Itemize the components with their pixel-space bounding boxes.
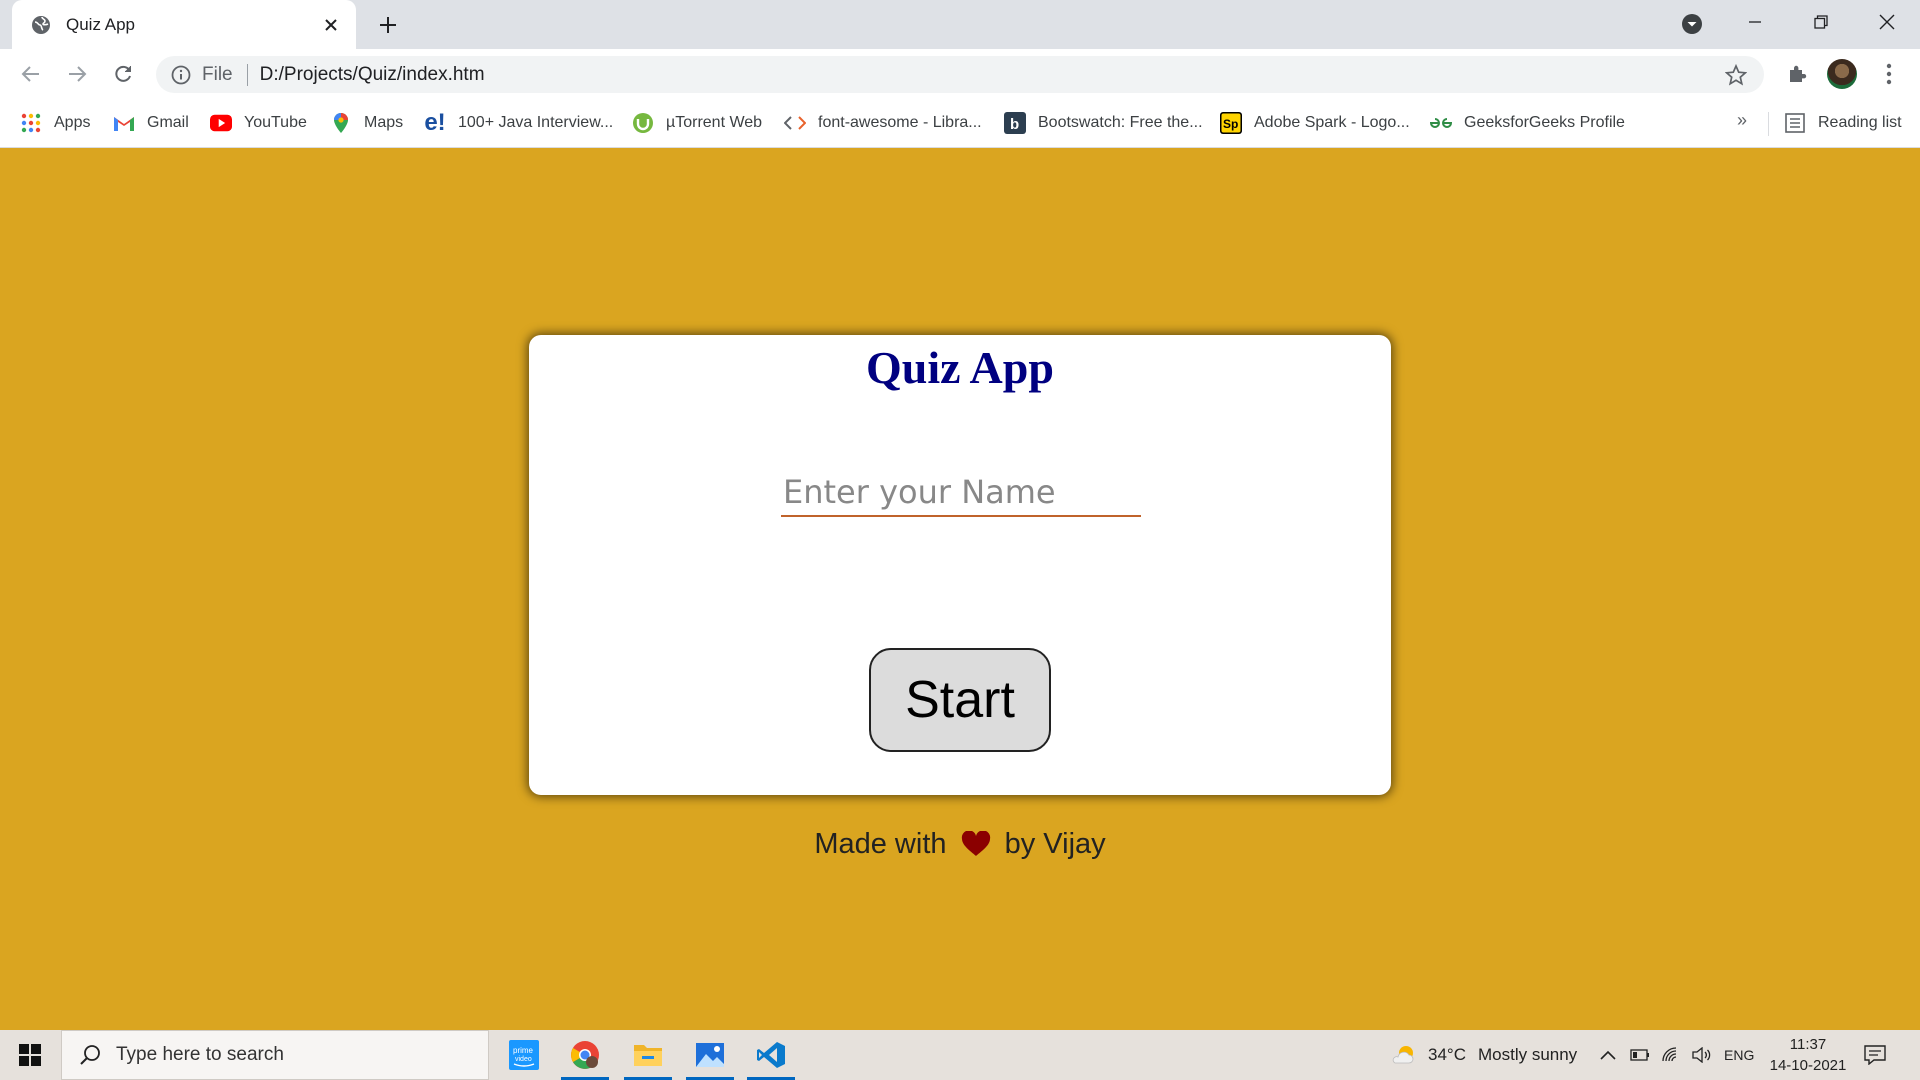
forward-icon[interactable] xyxy=(60,57,94,91)
profile-avatar-icon xyxy=(1827,59,1857,89)
bookmark-maps[interactable]: Maps xyxy=(330,109,403,137)
bookmark-label: 100+ Java Interview... xyxy=(458,114,614,131)
maps-icon xyxy=(330,112,352,134)
omnibox-scheme-label: File xyxy=(202,63,233,85)
browser-tab[interactable]: Quiz App xyxy=(12,0,356,49)
code-icon xyxy=(784,112,806,134)
page-title: Quiz App xyxy=(866,342,1054,393)
search-icon xyxy=(78,1043,102,1067)
restore-icon[interactable] xyxy=(1788,0,1854,44)
adobe-spark-icon: Sp xyxy=(1220,112,1242,134)
start-button[interactable]: Start xyxy=(869,648,1051,752)
weather-sun-cloud-icon xyxy=(1392,1043,1418,1067)
notification-center-icon[interactable] xyxy=(1862,1042,1888,1068)
taskbar-search-placeholder: Type here to search xyxy=(116,1044,284,1065)
youtube-icon xyxy=(210,112,232,134)
page-viewport: Quiz App Start Made with by Vijay xyxy=(0,148,1920,1030)
bookmarks-divider xyxy=(1768,112,1769,136)
bookmark-bootswatch[interactable]: b Bootswatch: Free the... xyxy=(1004,109,1203,137)
weather-widget[interactable]: 34°C Mostly sunny xyxy=(1392,1030,1577,1080)
bookmarks-overflow-button[interactable]: » xyxy=(1737,110,1747,131)
clock-date: 14-10-2021 xyxy=(1769,1057,1847,1074)
gfg-icon xyxy=(1430,112,1452,134)
new-tab-icon[interactable] xyxy=(372,9,404,41)
language-indicator[interactable]: ENG xyxy=(1724,1047,1754,1063)
window-controls xyxy=(1722,0,1920,44)
quiz-card: Quiz App Start xyxy=(529,335,1391,795)
name-input[interactable] xyxy=(781,469,1141,517)
close-tab-icon[interactable] xyxy=(316,10,346,40)
windows-start-icon[interactable] xyxy=(0,1030,60,1080)
close-window-icon[interactable] xyxy=(1854,0,1920,44)
globe-icon xyxy=(30,14,52,36)
bookmark-star-icon[interactable] xyxy=(1718,57,1754,93)
svg-text:b: b xyxy=(1010,116,1019,133)
chrome-taskbar-icon[interactable] xyxy=(557,1030,613,1080)
tab-title: Quiz App xyxy=(66,14,135,34)
tray-icons: ENG xyxy=(1600,1030,1754,1080)
tab-strip: Quiz App xyxy=(0,0,1920,49)
file-explorer-icon[interactable] xyxy=(620,1030,676,1080)
apps-grid-icon xyxy=(20,112,42,134)
bookmark-label: Bootswatch: Free the... xyxy=(1038,114,1203,131)
bookmark-geeksforgeeks[interactable]: GeeksforGeeks Profile xyxy=(1430,109,1625,137)
footer-prefix: Made with xyxy=(814,828,947,860)
utorrent-icon xyxy=(632,112,654,134)
battery-icon[interactable] xyxy=(1630,1049,1650,1061)
svg-text:Sp: Sp xyxy=(1223,117,1238,131)
photos-icon[interactable] xyxy=(682,1030,738,1080)
reading-list-button[interactable]: Reading list xyxy=(1784,109,1902,137)
prime-video-icon[interactable]: prime video xyxy=(496,1030,552,1080)
svg-text:prime: prime xyxy=(513,1046,534,1055)
taskbar: Type here to search prime video 34°C Most… xyxy=(0,1030,1920,1080)
menu-kebab-icon[interactable] xyxy=(1872,57,1906,91)
footer-credit: Made with by Vijay xyxy=(0,828,1920,865)
bookmark-label: Apps xyxy=(54,114,91,131)
address-bar[interactable]: File D:/Projects/Quiz/index.htm xyxy=(156,56,1764,93)
bookmark-apps[interactable]: Apps xyxy=(20,109,90,137)
url-text[interactable]: D:/Projects/Quiz/index.htm xyxy=(260,64,1718,86)
bookmark-font-awesome[interactable]: font-awesome - Libra... xyxy=(784,109,982,137)
footer-suffix: by Vijay xyxy=(1004,828,1106,860)
browser-toolbar: File D:/Projects/Quiz/index.htm xyxy=(0,49,1920,100)
bookmark-utorrent[interactable]: µTorrent Web xyxy=(632,109,762,137)
bookmark-youtube[interactable]: YouTube xyxy=(210,109,307,137)
reading-list-icon xyxy=(1784,112,1806,134)
bookmark-label: Maps xyxy=(364,114,404,131)
heart-icon xyxy=(961,830,991,865)
taskbar-clock[interactable]: 11:37 14-10-2021 xyxy=(1766,1034,1850,1076)
bookmark-adobe-spark[interactable]: Sp Adobe Spark - Logo... xyxy=(1220,109,1410,137)
avatar[interactable] xyxy=(1825,57,1859,91)
bookmark-label: µTorrent Web xyxy=(666,114,763,131)
e-icon: e! xyxy=(424,109,446,136)
weather-condition: Mostly sunny xyxy=(1477,1045,1578,1064)
clock-time: 11:37 xyxy=(1789,1036,1827,1053)
bookmark-label: Adobe Spark - Logo... xyxy=(1254,114,1410,131)
gmail-icon xyxy=(113,112,135,134)
omnibox-divider xyxy=(246,63,248,86)
taskbar-search-box[interactable]: Type here to search xyxy=(61,1030,489,1080)
extensions-icon[interactable] xyxy=(1780,57,1814,91)
bookmark-label: Gmail xyxy=(147,114,189,131)
reading-list-label: Reading list xyxy=(1818,114,1902,131)
tab-search-icon[interactable] xyxy=(1678,10,1706,38)
svg-text:video: video xyxy=(515,1056,532,1063)
bookmarks-bar: Apps Gmail YouTube Maps e! 100+ Java Int… xyxy=(0,100,1920,148)
volume-icon[interactable] xyxy=(1692,1047,1712,1063)
bookmark-java-interview[interactable]: e! 100+ Java Interview... xyxy=(424,109,613,137)
weather-temperature: 34°C xyxy=(1428,1045,1466,1064)
bookmark-gmail[interactable]: Gmail xyxy=(113,109,189,137)
show-hidden-icons-chevron-icon[interactable] xyxy=(1600,1050,1616,1060)
reload-icon[interactable] xyxy=(106,57,140,91)
bookmark-label: YouTube xyxy=(244,114,307,131)
minimize-icon[interactable] xyxy=(1722,0,1788,44)
bootswatch-icon: b xyxy=(1004,112,1026,134)
bookmark-label: GeeksforGeeks Profile xyxy=(1464,114,1625,131)
back-icon[interactable] xyxy=(14,57,48,91)
bookmark-label: font-awesome - Libra... xyxy=(818,114,982,131)
vscode-icon[interactable] xyxy=(743,1030,799,1080)
wifi-icon[interactable] xyxy=(1662,1047,1680,1063)
info-icon[interactable] xyxy=(170,64,192,86)
